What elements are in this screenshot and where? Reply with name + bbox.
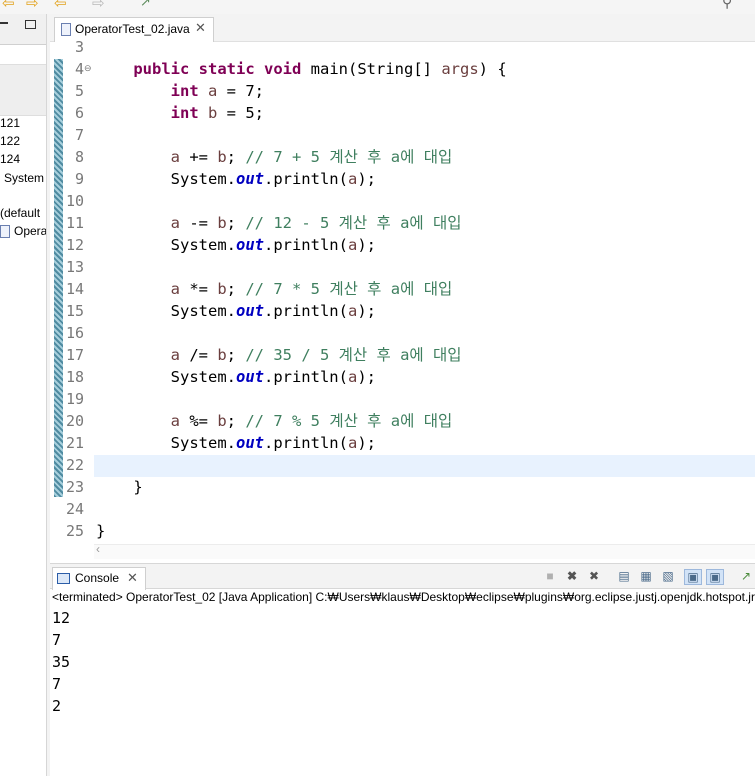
tree-item[interactable]: (default bbox=[0, 206, 40, 220]
forward-arrow-icon[interactable]: ⇨ bbox=[92, 0, 105, 12]
fold-icon[interactable]: ⊖ bbox=[84, 63, 92, 74]
line-number: 9 bbox=[74, 170, 84, 188]
console-output-line: 7 bbox=[52, 631, 62, 649]
line-number: 19 bbox=[65, 390, 84, 408]
tab-console[interactable]: Console ✕ bbox=[52, 567, 146, 590]
code-line[interactable]: public static void main(String[] args) { bbox=[96, 58, 506, 80]
horizontal-scrollbar[interactable]: ‹ bbox=[94, 542, 755, 559]
current-line-highlight bbox=[94, 455, 755, 477]
tree-header-strip bbox=[0, 64, 46, 116]
console-tab-bar: Console ✕ ■ ✖ ✖ ▤ ▦ ▧ ▣ ▣ ↗ bbox=[50, 563, 755, 590]
line-number: 7 bbox=[74, 126, 84, 144]
console-output-line: 7 bbox=[52, 675, 62, 693]
word-wrap-icon[interactable]: ▧ bbox=[660, 569, 676, 583]
minimize-icon[interactable] bbox=[0, 22, 8, 24]
terminate-icon[interactable]: ■ bbox=[542, 569, 558, 583]
remove-launch-icon[interactable]: ✖ bbox=[564, 569, 580, 583]
maximize-icon[interactable] bbox=[25, 20, 36, 29]
code-line[interactable]: a /= b; // 35 / 5 계산 후 a에 대입 bbox=[96, 344, 462, 366]
line-number: 10 bbox=[65, 192, 84, 210]
line-number: 6 bbox=[74, 104, 84, 122]
line-number: 15 bbox=[65, 302, 84, 320]
clear-console-icon[interactable]: ▤ bbox=[616, 569, 632, 583]
code-line[interactable]: } bbox=[96, 476, 142, 498]
line-number: 4 bbox=[74, 60, 84, 78]
code-line[interactable]: a *= b; // 7 * 5 계산 후 a에 대입 bbox=[96, 278, 453, 300]
line-number: 17 bbox=[65, 346, 84, 364]
line-number: 16 bbox=[65, 324, 84, 342]
code-line[interactable]: a += b; // 7 + 5 계산 후 a에 대입 bbox=[96, 146, 453, 168]
console-icon bbox=[57, 573, 70, 584]
tree-item[interactable]: Opera bbox=[14, 224, 46, 238]
scroll-left-icon[interactable]: ‹ bbox=[96, 542, 100, 556]
java-file-icon bbox=[61, 23, 71, 36]
open-console-icon[interactable]: ↗ bbox=[738, 569, 754, 583]
line-number: 22 bbox=[65, 456, 84, 474]
editor-tab-label: OperatorTest_02.java bbox=[75, 22, 190, 36]
tree-item[interactable]: System bbox=[4, 171, 44, 185]
code-line[interactable]: int a = 7; bbox=[96, 80, 264, 102]
line-number: 24 bbox=[65, 500, 84, 518]
line-number: 20 bbox=[65, 412, 84, 430]
line-number: 18 bbox=[65, 368, 84, 386]
code-line[interactable]: System.out.println(a); bbox=[96, 168, 376, 190]
console-output-line: 2 bbox=[52, 697, 62, 715]
main-toolbar: ⇦ ⇨ ⇦ ⇨ ↗ ⚲ bbox=[0, 0, 755, 14]
close-icon[interactable]: ✕ bbox=[195, 20, 206, 36]
console-status: <terminated> OperatorTest_02 [Java Appli… bbox=[52, 590, 755, 604]
console-tab-label: Console bbox=[75, 571, 120, 585]
display-console-icon[interactable]: ▣ bbox=[706, 569, 724, 585]
line-number: 23 bbox=[65, 478, 84, 496]
console-output-line: 35 bbox=[52, 653, 71, 671]
line-number: 14 bbox=[65, 280, 84, 298]
forward-arrow-icon[interactable]: ⇨ bbox=[26, 0, 39, 12]
tree-item[interactable]: 121 bbox=[0, 116, 20, 130]
java-file-icon bbox=[0, 225, 10, 238]
code-editor: OperatorTest_02.java ✕ 3 4 public static … bbox=[50, 14, 755, 559]
code-line[interactable]: System.out.println(a); bbox=[96, 300, 376, 322]
open-console-icon[interactable]: ↗ bbox=[140, 0, 151, 10]
code-line[interactable]: System.out.println(a); bbox=[96, 432, 376, 454]
remove-all-icon[interactable]: ✖ bbox=[586, 569, 602, 583]
search-icon[interactable]: ⚲ bbox=[722, 0, 732, 11]
pin-console-icon[interactable]: ▣ bbox=[684, 569, 702, 585]
line-number: 3 bbox=[74, 38, 84, 56]
tree-item[interactable]: 122 bbox=[0, 134, 20, 148]
package-explorer-toolbar bbox=[0, 14, 46, 45]
back-arrow-icon[interactable]: ⇦ bbox=[54, 0, 67, 12]
line-number: 13 bbox=[65, 258, 84, 276]
close-icon[interactable]: ✕ bbox=[127, 570, 138, 586]
code-line[interactable]: } bbox=[96, 520, 105, 542]
code-line[interactable]: int b = 5; bbox=[96, 102, 264, 124]
line-number: 11 bbox=[65, 214, 84, 232]
line-number: 8 bbox=[74, 148, 84, 166]
package-explorer: 121 122 124 System (default Opera bbox=[0, 14, 46, 776]
code-line[interactable]: System.out.println(a); bbox=[96, 234, 376, 256]
overview-ruler bbox=[54, 59, 63, 497]
code-line[interactable]: a %= b; // 7 % 5 계산 후 a에 대입 bbox=[96, 410, 453, 432]
code-line[interactable]: System.out.println(a); bbox=[96, 366, 376, 388]
scroll-lock-icon[interactable]: ▦ bbox=[638, 569, 654, 583]
line-number: 12 bbox=[65, 236, 84, 254]
code-line[interactable]: a -= b; // 12 - 5 계산 후 a에 대입 bbox=[96, 212, 462, 234]
editor-tab-bar: OperatorTest_02.java ✕ bbox=[50, 14, 755, 42]
console-view: Console ✕ ■ ✖ ✖ ▤ ▦ ▧ ▣ ▣ ↗ <terminated>… bbox=[50, 559, 755, 776]
line-number: 21 bbox=[65, 434, 84, 452]
line-number: 5 bbox=[74, 82, 84, 100]
line-number: 25 bbox=[65, 522, 84, 540]
console-output-line: 12 bbox=[52, 609, 71, 627]
tree-item[interactable]: 124 bbox=[0, 152, 20, 166]
back-arrow-icon[interactable]: ⇦ bbox=[2, 0, 15, 12]
